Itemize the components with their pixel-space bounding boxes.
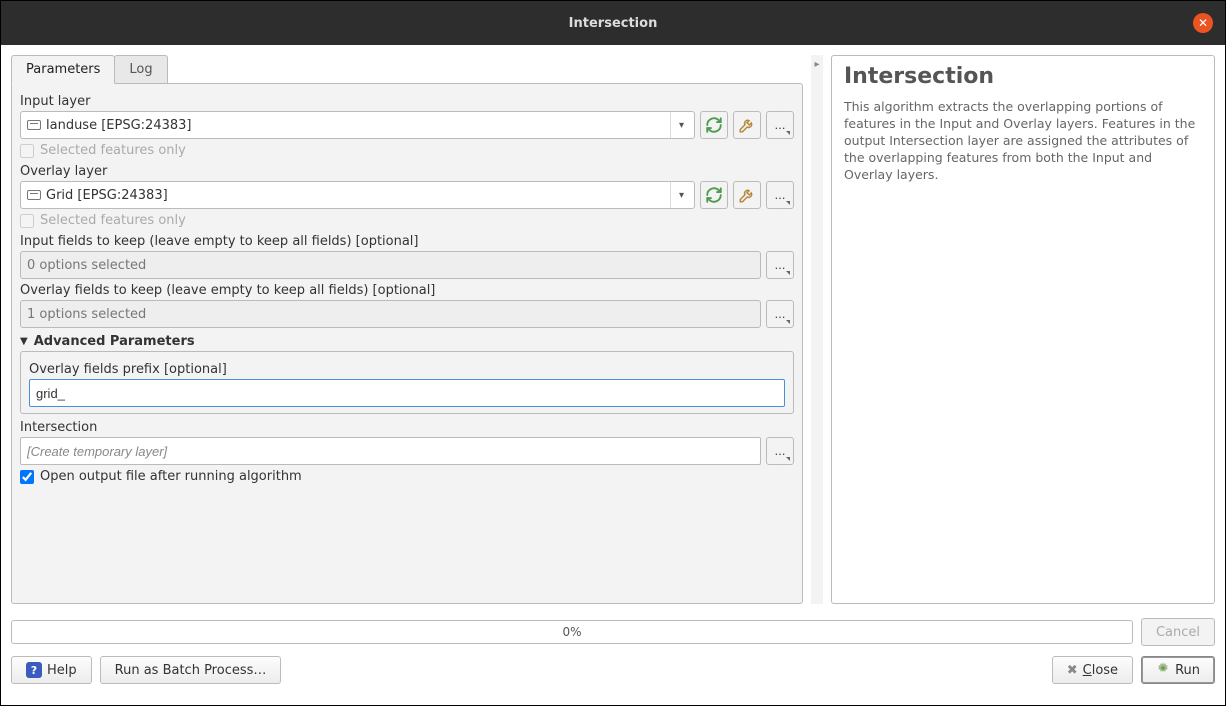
polygon-layer-icon [27, 190, 41, 200]
tab-log[interactable]: Log [114, 55, 167, 83]
chevron-down-icon: ▾ [670, 182, 688, 208]
output-path-input[interactable] [20, 437, 761, 465]
polygon-layer-icon [27, 120, 41, 130]
advanced-parameters-label: Advanced Parameters [34, 334, 195, 349]
window-close-button[interactable]: ✕ [1193, 13, 1213, 33]
advanced-parameters-toggle[interactable]: ▼ Advanced Parameters [20, 334, 794, 349]
chevron-down-icon: ▾ [670, 112, 688, 138]
prefix-label: Overlay fields prefix [optional] [29, 362, 785, 377]
input-layer-label: Input layer [20, 94, 794, 109]
input-selected-only-checkbox [20, 144, 34, 158]
run-button[interactable]: Run [1141, 656, 1215, 684]
input-layer-browse-button[interactable]: … [766, 111, 794, 139]
input-fields-browse-button[interactable]: … [766, 251, 794, 279]
overlay-selected-only-label: Selected features only [40, 213, 186, 228]
help-title: Intersection [844, 64, 1202, 89]
overlay-selected-only-row: Selected features only [20, 213, 794, 228]
overlay-fields-label: Overlay fields to keep (leave empty to k… [20, 283, 794, 298]
iterate-button[interactable] [700, 181, 728, 209]
collapse-help-handle[interactable]: ▸ [811, 55, 823, 604]
overlay-fields-browse-button[interactable]: … [766, 300, 794, 328]
input-selected-only-row: Selected features only [20, 143, 794, 158]
open-output-label: Open output file after running algorithm [40, 469, 302, 484]
help-icon: ? [26, 662, 42, 678]
window-titlebar: Intersection ✕ [1, 1, 1225, 45]
help-button[interactable]: ? Help [11, 656, 92, 684]
run-gear-icon [1156, 661, 1170, 679]
prefix-input[interactable] [29, 379, 785, 407]
iterate-button[interactable] [700, 111, 728, 139]
tab-parameters[interactable]: Parameters [11, 55, 115, 84]
input-fields-display[interactable]: 0 options selected [20, 251, 761, 279]
overlay-selected-only-checkbox [20, 214, 34, 228]
overlay-layer-value: Grid [EPSG:24383] [46, 188, 670, 203]
overlay-layer-combo[interactable]: Grid [EPSG:24383] ▾ [20, 181, 695, 209]
input-selected-only-label: Selected features only [40, 143, 186, 158]
help-button-label: Help [47, 663, 77, 678]
tabs: Parameters Log [11, 55, 803, 83]
overlay-fields-display[interactable]: 1 options selected [20, 300, 761, 328]
close-button-label: Close [1083, 663, 1118, 678]
settings-wrench-button[interactable] [733, 111, 761, 139]
triangle-down-icon: ▼ [20, 336, 28, 347]
help-panel: Intersection This algorithm extracts the… [831, 55, 1215, 604]
close-x-icon: ✖ [1067, 663, 1078, 678]
window-title: Intersection [569, 16, 658, 31]
open-output-row[interactable]: Open output file after running algorithm [20, 469, 794, 484]
input-layer-value: landuse [EPSG:24383] [46, 118, 670, 133]
input-layer-combo[interactable]: landuse [EPSG:24383] ▾ [20, 111, 695, 139]
parameters-panel: Input layer landuse [EPSG:24383] ▾ … [11, 83, 803, 604]
overlay-layer-label: Overlay layer [20, 164, 794, 179]
cancel-button: Cancel [1141, 618, 1215, 646]
output-browse-button[interactable]: … [766, 437, 794, 465]
open-output-checkbox[interactable] [20, 470, 34, 484]
settings-wrench-button[interactable] [733, 181, 761, 209]
output-label: Intersection [20, 420, 794, 435]
help-body: This algorithm extracts the overlapping … [844, 99, 1202, 183]
close-button[interactable]: ✖ Close [1052, 656, 1133, 684]
run-batch-button[interactable]: Run as Batch Process… [100, 656, 282, 684]
run-button-label: Run [1175, 663, 1200, 678]
overlay-layer-browse-button[interactable]: … [766, 181, 794, 209]
advanced-parameters-box: Overlay fields prefix [optional] [20, 351, 794, 414]
progress-bar: 0% [11, 620, 1133, 644]
input-fields-label: Input fields to keep (leave empty to kee… [20, 234, 794, 249]
